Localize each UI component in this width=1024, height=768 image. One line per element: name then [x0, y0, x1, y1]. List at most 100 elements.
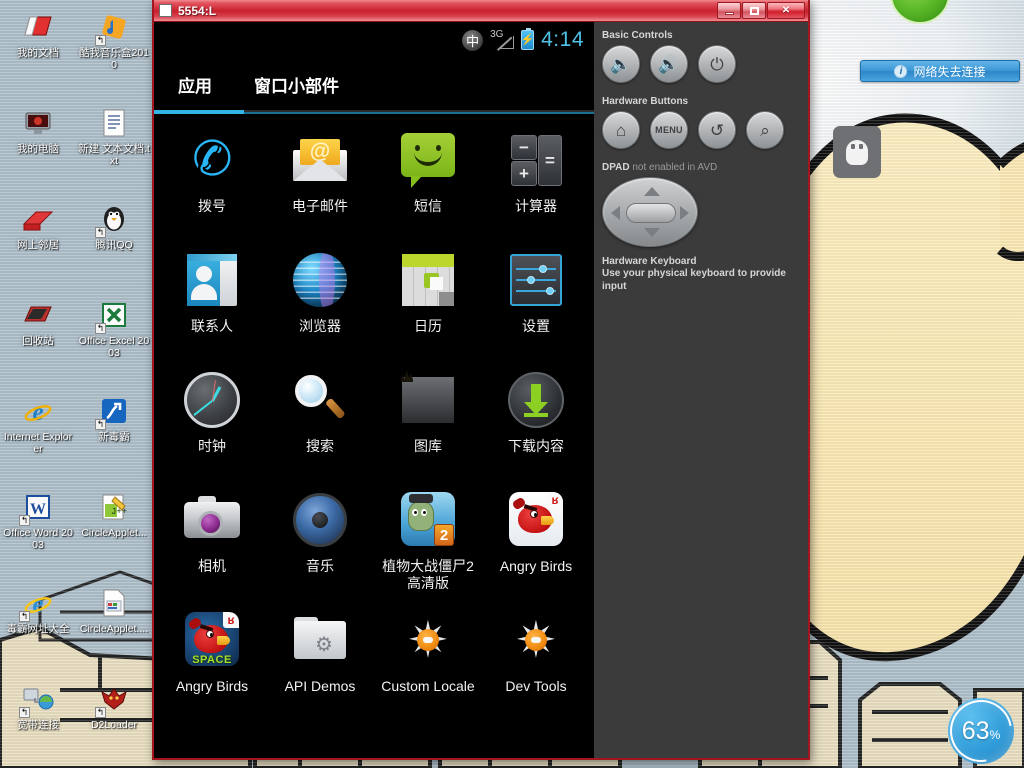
bird-eye: [530, 510, 538, 518]
zombie-head: [408, 501, 434, 531]
app-item-camera[interactable]: 相机: [158, 482, 266, 602]
basic-controls-row: 🔈 🔊 ⏻: [602, 45, 798, 83]
desktop-icon-label: 我的文档: [17, 47, 59, 59]
tab-widgets[interactable]: 窗口小部件: [254, 72, 339, 97]
desktop-icon[interactable]: CircleApplet....: [76, 580, 152, 676]
app-item-email[interactable]: @ 电子邮件: [266, 122, 374, 242]
ime-indicator-icon[interactable]: 中: [462, 29, 484, 51]
ghost-widget-icon[interactable]: [833, 126, 881, 178]
network-neighborhood-icon: [21, 202, 55, 236]
app-item-angry-birds[interactable]: ʁ Angry Birds: [482, 482, 590, 602]
app-label: 拨号: [198, 198, 226, 214]
app-item-contacts[interactable]: 联系人: [158, 242, 266, 362]
desktop-icon[interactable]: ↰ 新毒霸: [76, 388, 152, 484]
desktop-icon[interactable]: ↰ 酷我音乐盒2010: [76, 4, 152, 100]
power-button[interactable]: ⏻: [698, 45, 736, 83]
hardware-buttons-row: ⌂ MENU ↺ ⌕: [602, 111, 798, 149]
minimize-button[interactable]: [717, 2, 741, 19]
desktop-icon[interactable]: ↰ Office Excel 2003: [76, 292, 152, 388]
battery-progress-orb[interactable]: 63 %: [948, 698, 1014, 764]
tab-apps[interactable]: 应用: [178, 72, 212, 97]
dpad-control[interactable]: [602, 177, 698, 247]
contact-head: [196, 266, 212, 282]
shortcut-overlay-icon: ↰: [95, 227, 106, 238]
close-button[interactable]: ✕: [767, 2, 805, 19]
app-item-browser[interactable]: 浏览器: [266, 242, 374, 362]
desktop-icon[interactable]: 网上邻居: [0, 196, 76, 292]
window-title-bar[interactable]: 5554:L ✕: [154, 0, 808, 22]
gear-icon: ⚙: [315, 634, 333, 656]
app-item-settings[interactable]: 设置: [482, 242, 590, 362]
network-notification-banner[interactable]: i 网络失去连接: [860, 60, 1020, 82]
zombie-hat: [409, 494, 433, 503]
app-drawer-grid: ✆ 拨号 @ 电子邮件 短信 − + = 计算器 联系人 浏览器 日历 设置 时…: [154, 114, 594, 758]
calculator-icon: − + =: [505, 129, 567, 191]
dpad-left-icon[interactable]: [611, 206, 620, 220]
app-item-music[interactable]: 音乐: [266, 482, 374, 602]
hardware-keyboard-description: Use your physical keyboard to provide in…: [602, 268, 786, 292]
magnifier-lens: [295, 375, 327, 407]
app-item-gallery[interactable]: 图库: [374, 362, 482, 482]
app-item-downloads[interactable]: 下载内容: [482, 362, 590, 482]
app-label: 音乐: [306, 558, 334, 574]
maximize-button[interactable]: [742, 2, 766, 19]
app-item-dialer[interactable]: ✆ 拨号: [158, 122, 266, 242]
recycle-bin-icon: [21, 298, 55, 332]
internet-explorer-icon: e: [21, 394, 55, 428]
desktop-icon[interactable]: 我的电脑: [0, 100, 76, 196]
app-item-api-demos[interactable]: ⚙ API Demos: [266, 602, 374, 722]
desktop-icon[interactable]: ↰ D2Loader: [76, 676, 152, 768]
app-item-calculator[interactable]: − + = 计算器: [482, 122, 590, 242]
app-item-custom-locale[interactable]: ✷ Custom Locale: [374, 602, 482, 722]
back-button[interactable]: ↺: [698, 111, 736, 149]
desktop-icon[interactable]: ↰ 腾讯QQ: [76, 196, 152, 292]
calendar-icon: [397, 249, 459, 311]
pvz-badge-two: 2: [434, 524, 454, 546]
envelope-flap: [293, 159, 347, 181]
camera-lens: [198, 511, 223, 536]
photo-frame: [402, 377, 454, 423]
svg-text:e: e: [32, 591, 43, 618]
settings-icon: [505, 249, 567, 311]
android-emulator-window[interactable]: 5554:L ✕ 中 3G ⚡ 4:14 应用 窗口小部件 ✆ 拨号 @ 电子邮…: [152, 0, 810, 760]
desktop-icon[interactable]: 我的文档: [0, 4, 76, 100]
volume-up-button[interactable]: 🔊: [650, 45, 688, 83]
app-item-dev-tools[interactable]: ✷ Dev Tools: [482, 602, 590, 722]
app-item-clock[interactable]: 时钟: [158, 362, 266, 482]
desktop-icon[interactable]: 新建 文本文档.txt: [76, 100, 152, 196]
desktop-icon[interactable]: e Internet Explorer: [0, 388, 76, 484]
kuwo-music-box-icon: ↰: [95, 10, 131, 46]
shortcut-overlay-icon: ↰: [95, 323, 106, 334]
word-icon: W ↰: [19, 490, 55, 526]
app-label: 设置: [522, 318, 550, 334]
equals-key: =: [538, 135, 562, 186]
desktop-icon[interactable]: e ↰ 毒霸网址大全: [0, 580, 76, 676]
dpad-up-icon[interactable]: [644, 187, 660, 196]
desktop-icon-label: Office Excel 2003: [78, 335, 150, 359]
menu-button[interactable]: MENU: [650, 111, 688, 149]
dpad-down-icon[interactable]: [644, 228, 660, 237]
clock-icon: [181, 369, 243, 431]
desktop-icon-label: 宽带连接: [17, 719, 59, 731]
android-device-screen[interactable]: 中 3G ⚡ 4:14 应用 窗口小部件 ✆ 拨号 @ 电子邮件 短信 − + …: [154, 22, 594, 758]
desktop-icon-grid: 我的文档 ↰ 酷我音乐盒2010 我的电脑 新建 文本文档.txt 网上邻居 ↰…: [0, 4, 152, 768]
home-button[interactable]: ⌂: [602, 111, 640, 149]
calendar-white-cell: [430, 277, 443, 290]
kingsoft-antivirus-icon: ↰: [95, 394, 131, 430]
app-item-search[interactable]: 搜索: [266, 362, 374, 482]
app-item-calendar[interactable]: 日历: [374, 242, 482, 362]
magnifier-handle: [325, 397, 346, 420]
app-item-angry-birds-space[interactable]: ʁ SPACE Angry Birds: [158, 602, 266, 722]
maximize-glyph: [749, 6, 759, 15]
desktop-icon[interactable]: 回收站: [0, 292, 76, 388]
desktop-icon[interactable]: J++ CircleApplet...: [76, 484, 152, 580]
dpad-right-icon[interactable]: [680, 206, 689, 220]
app-item-plants-vs-zombies[interactable]: 2 植物大战僵尸2高清版: [374, 482, 482, 602]
desktop-icon[interactable]: W ↰ Office Word 2003: [0, 484, 76, 580]
app-item-messaging[interactable]: 短信: [374, 122, 482, 242]
desktop-icon[interactable]: ↰ 宽带连接: [0, 676, 76, 768]
search-button[interactable]: ⌕: [746, 111, 784, 149]
dpad-center-button[interactable]: [626, 203, 676, 223]
desktop-icon-label: CircleApplet....: [79, 623, 149, 635]
volume-down-button[interactable]: 🔈: [602, 45, 640, 83]
